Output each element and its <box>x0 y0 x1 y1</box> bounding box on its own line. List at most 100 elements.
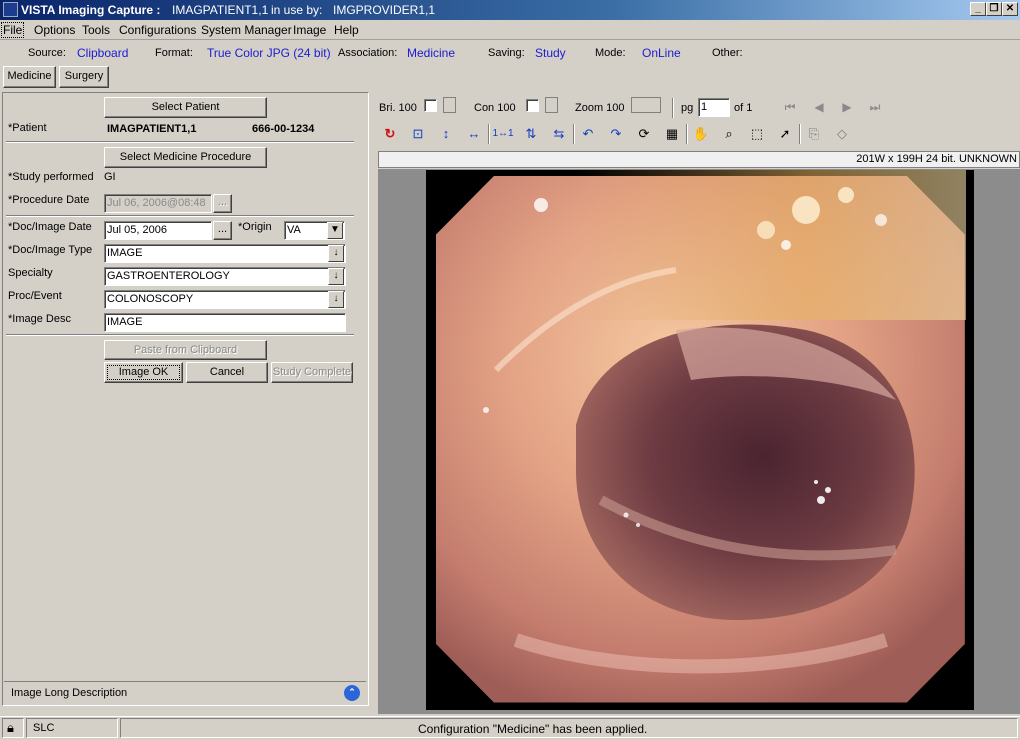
specialty-field[interactable]: GASTROENTEROLOGY ↓ <box>104 267 346 286</box>
config-medicine-button[interactable]: Medicine <box>3 66 56 88</box>
proc-event-value: COLONOSCOPY <box>107 293 194 305</box>
long-description-label: Image Long Description <box>11 687 128 699</box>
expand-up-icon[interactable]: ⌃ <box>344 685 360 701</box>
contrast-checkbox[interactable] <box>526 99 539 112</box>
status-icon-cell: 🔒︎ <box>2 718 24 738</box>
title-bar: VISTA Imaging Capture : IMAGPATIENT1,1 i… <box>0 0 1020 20</box>
pan-icon[interactable]: ✋ <box>690 124 712 144</box>
actual-size-icon[interactable]: 1↔1 <box>492 124 514 144</box>
proc-event-field[interactable]: COLONOSCOPY ↓ <box>104 290 346 309</box>
saving-value: Study <box>535 46 566 60</box>
clear-icon[interactable]: ◇ <box>831 124 853 144</box>
capture-form-panel <box>2 92 369 706</box>
doc-type-label: *Doc/Image Type <box>8 244 93 256</box>
doc-date-label: *Doc/Image Date <box>8 221 92 233</box>
other-label: Other: <box>712 47 743 59</box>
proc-event-label: Proc/Event <box>8 290 62 302</box>
menu-help[interactable]: Help <box>334 23 359 37</box>
source-label: Source: <box>28 47 66 59</box>
title-in-use-label: in use by: <box>271 3 323 17</box>
refresh-icon[interactable]: ↻ <box>379 124 401 144</box>
cancel-button[interactable]: Cancel <box>186 362 268 383</box>
status-user: SLC <box>33 722 55 734</box>
image-desc-field[interactable]: IMAGE <box>104 313 346 332</box>
long-description-bar[interactable]: Image Long Description ⌃ <box>4 681 366 703</box>
first-page-icon[interactable]: ⏮ <box>781 98 799 116</box>
next-page-icon[interactable]: ▶ <box>838 98 856 116</box>
menu-image[interactable]: Image <box>293 23 326 37</box>
divider <box>6 141 354 143</box>
invert-icon[interactable]: ▦ <box>661 124 683 144</box>
zoom-slider[interactable] <box>631 97 661 113</box>
select-region-icon[interactable]: ⬚ <box>746 124 768 144</box>
study-performed-label: *Study performed <box>8 171 94 183</box>
page-number-input[interactable]: 1 <box>698 98 730 117</box>
rotate-right-icon[interactable]: ↷ <box>605 124 627 144</box>
format-value: True Color JPG (24 bit) <box>207 46 331 60</box>
menu-tools[interactable]: Tools <box>82 23 110 37</box>
toolbar-separator <box>573 124 575 144</box>
association-label: Association: <box>338 47 398 59</box>
lookup-arrow-icon[interactable]: ↓ <box>328 245 344 262</box>
menu-bar: File Options Tools Configurations System… <box>0 20 1020 40</box>
association-value: Medicine <box>407 46 456 60</box>
flip-vertical-icon[interactable]: ⇅ <box>520 124 542 144</box>
procedure-date-picker-button: ... <box>213 194 232 213</box>
select-procedure-button[interactable]: Select Medicine Procedure <box>104 147 267 168</box>
rotate-left-icon[interactable]: ↶ <box>577 124 599 144</box>
pointer-icon[interactable]: ➚ <box>774 124 796 144</box>
lookup-arrow-icon[interactable]: ↓ <box>328 268 344 285</box>
status-user-cell: SLC <box>26 718 118 738</box>
patient-label: *Patient <box>8 122 47 134</box>
config-surgery-button[interactable]: Surgery <box>59 66 109 88</box>
mode-value: OnLine <box>642 46 681 60</box>
restore-button[interactable]: ❐ <box>986 2 1002 16</box>
origin-select[interactable]: VA ▼ <box>284 221 345 240</box>
brightness-checkbox[interactable] <box>424 99 437 112</box>
image-ok-button[interactable]: Image OK <box>104 362 183 383</box>
brightness-slider[interactable] <box>443 97 456 113</box>
divider <box>6 215 354 217</box>
flip-horizontal-icon[interactable]: ⇆ <box>548 124 570 144</box>
menu-file[interactable]: File <box>0 22 25 38</box>
lookup-arrow-icon[interactable]: ↓ <box>328 291 344 308</box>
status-message-cell: Configuration "Medicine" has been applie… <box>120 718 1018 738</box>
study-performed-value: GI <box>104 171 116 183</box>
zoom-label: Zoom 100 <box>575 102 625 114</box>
patient-ssn: 666-00-1234 <box>252 123 315 135</box>
lock-icon: 🔒︎ <box>7 720 14 735</box>
endoscopy-image[interactable] <box>426 170 974 710</box>
app-title: VISTA Imaging Capture : <box>21 3 161 17</box>
fit-window-icon[interactable]: ⊡ <box>407 124 429 144</box>
doc-date-picker-button[interactable]: ... <box>213 221 232 240</box>
app-icon <box>3 2 18 17</box>
select-patient-button[interactable]: Select Patient <box>104 97 267 118</box>
menu-system-manager[interactable]: System Manager <box>201 23 292 37</box>
paste-clipboard-button: Paste from Clipboard <box>104 340 267 360</box>
minimize-button[interactable]: _ <box>970 2 986 16</box>
contrast-slider[interactable] <box>545 97 558 113</box>
chevron-down-icon[interactable]: ▼ <box>327 222 343 239</box>
fit-width-icon[interactable]: ↔ <box>463 124 485 144</box>
origin-value: VA <box>287 224 301 236</box>
last-page-icon[interactable]: ⏭ <box>866 98 884 116</box>
toolbar-separator <box>672 98 674 118</box>
magnify-icon[interactable]: ⌕ <box>718 124 740 144</box>
previous-page-icon[interactable]: ◀ <box>810 98 828 116</box>
title-patient: IMAGPATIENT1,1 <box>172 3 269 17</box>
page-label: pg <box>681 102 694 114</box>
doc-date-field[interactable]: Jul 05, 2006 <box>104 221 212 240</box>
menu-options[interactable]: Options <box>34 23 75 37</box>
source-value: Clipboard <box>77 46 129 60</box>
doc-type-field[interactable]: IMAGE ↓ <box>104 244 346 263</box>
fit-height-icon[interactable]: ↕ <box>435 124 457 144</box>
patient-name: IMAGPATIENT1,1 <box>107 123 197 135</box>
copy-icon[interactable]: ⎘ <box>803 124 825 144</box>
close-button[interactable]: ✕ <box>1002 2 1018 16</box>
menu-configurations[interactable]: Configurations <box>119 23 196 37</box>
status-message: Configuration "Medicine" has been applie… <box>418 722 648 736</box>
contrast-label: Con 100 <box>474 102 516 114</box>
rotate-180-icon[interactable]: ⟳ <box>633 124 655 144</box>
toolbar-separator <box>686 124 688 144</box>
panel-splitter[interactable] <box>371 92 375 716</box>
